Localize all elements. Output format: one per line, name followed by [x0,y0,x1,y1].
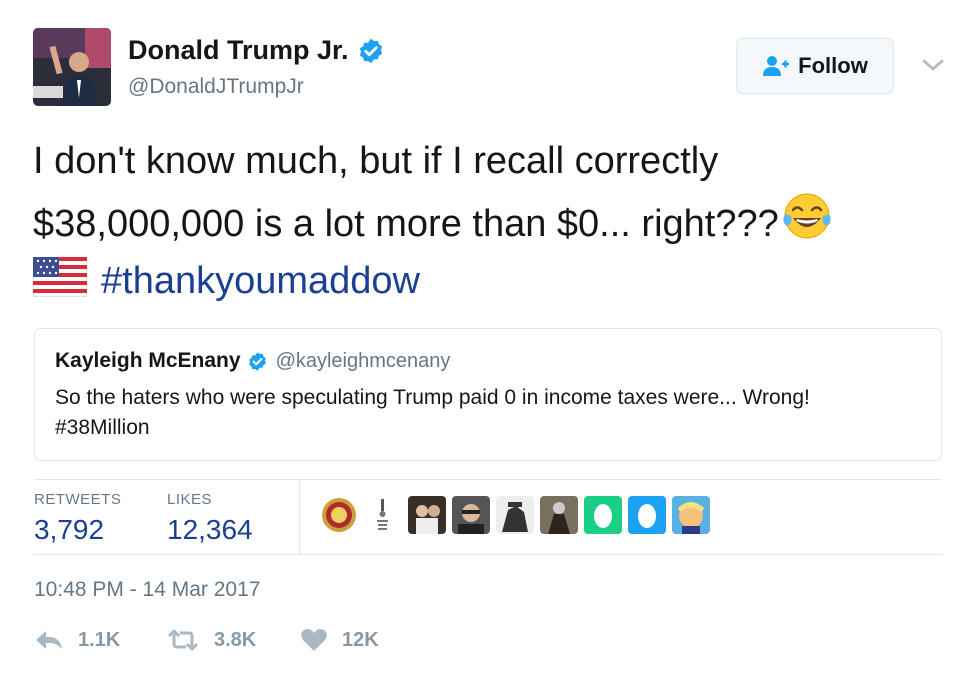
tweet-line-2-row: $38,000,000 is a lot more than $0... rig… [33,190,953,253]
us-flag-emoji-icon [33,257,87,297]
like-button[interactable]: 12K [300,628,379,652]
reply-icon [36,631,62,649]
quoted-text-line-2: #38Million [55,416,150,439]
tears-of-joy-emoji-icon [783,193,831,239]
liker-avatar[interactable] [628,496,666,534]
tweet-line-2: $38,000,000 is a lot more than $0... rig… [33,203,779,245]
retweets-count[interactable]: 3,792 [34,514,121,546]
liker-avatar[interactable] [540,496,578,534]
tweet-text: I don't know much, but if I recall corre… [33,133,953,310]
liker-avatar[interactable] [496,496,534,534]
cartoon-avatar-icon [672,496,710,534]
verified-badge-icon [248,351,266,371]
photo-avatar-icon [496,496,534,534]
author-avatar[interactable] [33,28,111,106]
default-egg-avatar-icon [628,496,666,534]
retweet-count: 3.8K [214,628,257,651]
photo-avatar-icon [408,496,446,534]
tweet-line-1: I don't know much, but if I recall corre… [33,140,719,182]
liker-avatar[interactable] [320,496,358,534]
liker-avatar[interactable] [408,496,446,534]
like-count: 12K [342,628,379,651]
liker-avatars [320,496,716,534]
stats-divider [299,480,300,554]
likes-label: LIKES [167,491,213,508]
author-name[interactable]: Donald Trump Jr. [128,35,349,66]
quoted-tweet-text: So the haters who were speculating Trump… [55,383,925,443]
hashtag-link[interactable]: #thankyoumaddow [101,260,420,302]
quoted-tweet-header: Kayleigh McEnany @kayleighmcenany [55,349,450,373]
photo-avatar-icon [540,496,578,534]
keep-calm-avatar-icon [364,496,402,534]
retweets-stat[interactable]: RETWEETS 3,792 [34,491,121,546]
chevron-down-icon[interactable] [920,55,946,75]
reply-button[interactable]: 1.1K [34,628,120,652]
likes-count[interactable]: 12,364 [167,514,253,546]
author-name-row[interactable]: Donald Trump Jr. [128,35,385,66]
quoted-text-line-1: So the haters who were speculating Trump… [55,386,810,409]
photo-avatar-icon [452,496,490,534]
likes-stat[interactable]: LIKES 12,364 [167,491,253,546]
tweet-timestamp[interactable]: 10:48 PM - 14 Mar 2017 [34,578,260,602]
divider [34,479,942,480]
quoted-author-handle: @kayleighmcenany [275,349,451,372]
retweets-label: RETWEETS [34,491,122,508]
liker-avatar[interactable] [584,496,622,534]
quoted-author-name: Kayleigh McEnany [55,349,241,372]
follow-button[interactable]: Follow [736,38,894,94]
heart-icon [301,629,327,651]
divider [34,554,942,555]
liker-avatar[interactable] [364,496,402,534]
verified-badge-icon [359,38,382,63]
liker-avatar[interactable] [672,496,710,534]
tweet-line-3-row: #thankyoumaddow [33,253,953,310]
seal-avatar-icon [320,496,358,534]
retweet-button[interactable]: 3.8K [166,628,256,652]
author-handle[interactable]: @DonaldJTrumpJr [128,75,304,99]
retweet-icon [167,629,199,651]
profile-photo-icon [33,28,111,106]
add-person-icon [763,56,790,76]
follow-label: Follow [798,53,868,78]
reply-count: 1.1K [78,628,121,651]
quoted-tweet[interactable]: Kayleigh McEnany @kayleighmcenany So the… [34,328,942,461]
liker-avatar[interactable] [452,496,490,534]
default-egg-avatar-icon [584,496,622,534]
